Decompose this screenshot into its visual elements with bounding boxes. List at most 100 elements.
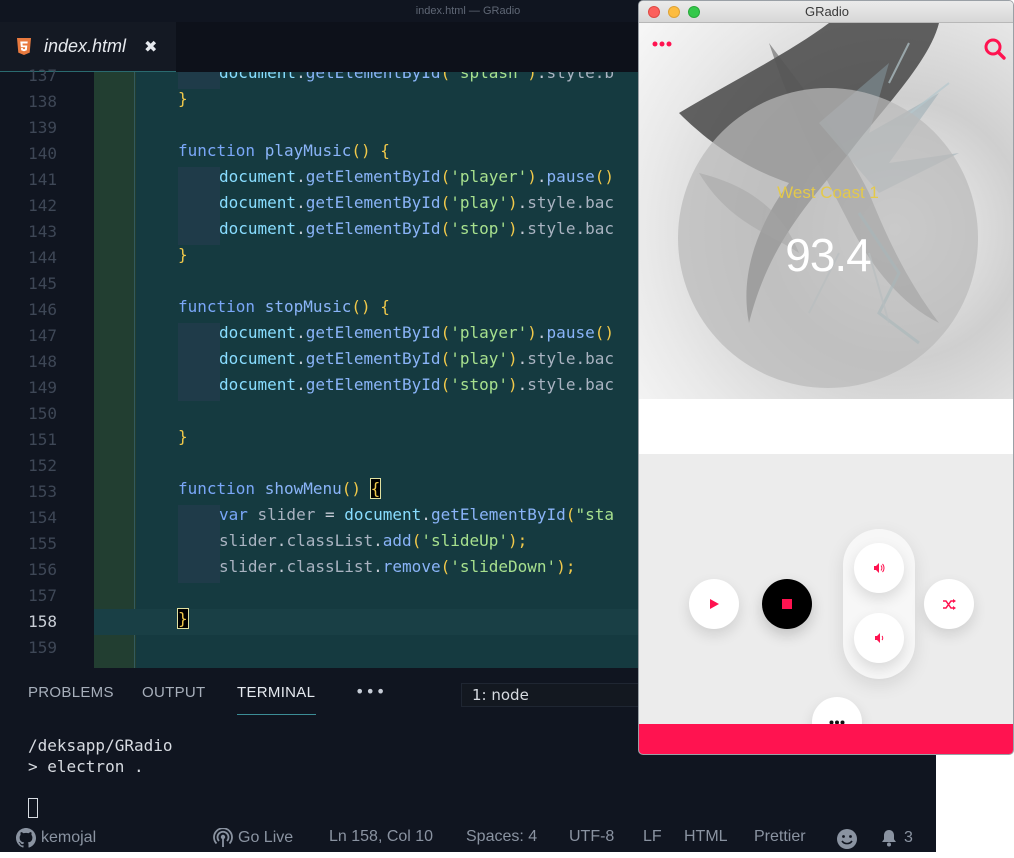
code-line: document.getElementById('player').pause(… [219, 167, 614, 193]
code-token: document [219, 72, 297, 82]
status-bar: kemojal Go Live Ln 158, Col 10 Spaces: 4… [0, 822, 936, 852]
code-token: slider [219, 531, 277, 550]
stop-button[interactable] [762, 579, 812, 629]
code-token: document [344, 505, 422, 524]
encoding-status[interactable]: UTF-8 [569, 828, 614, 846]
station-frequency: 93.4 [785, 229, 872, 281]
code-token: . [296, 72, 306, 82]
code-token: . [517, 219, 528, 238]
code-token: ( [440, 219, 451, 238]
code-line: document.getElementById('stop').style.ba… [219, 219, 614, 245]
terminal-output[interactable]: /deksapp/GRadio > electron . [28, 735, 173, 777]
shuffle-button[interactable] [924, 579, 974, 629]
github-icon [16, 828, 36, 848]
code-token: getElementById [305, 349, 441, 368]
feedback-button[interactable] [836, 828, 863, 850]
code-token: ( [411, 531, 422, 550]
close-window-button[interactable] [648, 6, 660, 18]
code-line: function showMenu() { [178, 478, 382, 505]
minimize-window-button[interactable] [668, 6, 680, 18]
code-token: () [594, 167, 614, 186]
code-editor[interactable]: document.getElementById('splash').style.… [94, 72, 640, 668]
code-token: function [178, 297, 265, 316]
code-token: { [369, 478, 382, 499]
tab-problems[interactable]: PROBLEMS [28, 684, 114, 701]
notifications-button[interactable]: 3 [879, 828, 913, 848]
code-token: getElementById [305, 323, 441, 342]
active-tab-indicator [237, 714, 316, 715]
terminal-line: /deksapp/GRadio [28, 736, 173, 755]
code-token: . [373, 557, 383, 576]
code-token: ) [508, 193, 518, 212]
desktop: index.html — GRadio index.html ✖ 137 138 1… [0, 0, 1014, 858]
code-token: getElementById [305, 193, 441, 212]
tab-terminal[interactable]: TERMINAL [237, 684, 315, 701]
play-button[interactable] [689, 579, 739, 629]
cursor-position[interactable]: Ln 158, Col 10 [329, 828, 433, 846]
zoom-window-button[interactable] [688, 6, 700, 18]
line-number: 159 [28, 638, 57, 657]
search-icon[interactable] [983, 37, 1007, 61]
code-token: .bac [575, 193, 614, 212]
line-number: 149 [28, 378, 57, 397]
prettier-status[interactable]: Prettier [754, 828, 806, 846]
code-line: slider.classList.remove('slideDown'); [219, 557, 575, 583]
code-token: . [421, 505, 431, 524]
code-token: getElementById [305, 72, 441, 82]
eol-status[interactable]: LF [643, 828, 662, 846]
language-mode[interactable]: HTML [684, 828, 728, 846]
volume-up-button[interactable] [854, 543, 904, 593]
code-token: style [527, 193, 576, 212]
line-number: 158 [28, 612, 57, 631]
code-token: playMusic [264, 141, 352, 160]
play-icon [710, 599, 719, 609]
code-token: style [527, 219, 576, 238]
line-number: 152 [28, 456, 57, 475]
code-token: ); [508, 531, 528, 550]
code-token: 'stop' [450, 375, 508, 394]
editor-tab-filename: index.html [44, 36, 127, 56]
shuffle-icon [942, 598, 956, 610]
code-token: style [527, 375, 576, 394]
more-actions-icon[interactable]: ••• [355, 682, 386, 701]
line-number: 151 [28, 430, 57, 449]
terminal-select[interactable]: 1: node [461, 683, 640, 707]
code-token: style [546, 72, 595, 82]
code-token: slider [257, 505, 325, 524]
volume-control [843, 529, 915, 679]
code-token: ( [440, 323, 451, 342]
code-token: . [296, 323, 306, 342]
code-token: ( [440, 193, 451, 212]
code-token: pause [546, 167, 595, 186]
status-user[interactable]: kemojal [16, 828, 96, 848]
code-token: document [219, 167, 297, 186]
line-number: 143 [28, 222, 57, 241]
code-token: .bac [575, 349, 614, 368]
code-token: 'play' [450, 193, 508, 212]
indent-guide-0 [94, 72, 136, 668]
code-token: 'slideUp' [421, 531, 509, 550]
code-line: } [178, 245, 188, 271]
indent-guide-2 [178, 193, 220, 219]
close-tab-icon[interactable]: ✖ [144, 37, 157, 56]
code-line: document.getElementById('play').style.ba… [219, 193, 614, 219]
indent-guide-2 [178, 557, 220, 583]
indent-guide-2 [178, 349, 220, 375]
tab-output[interactable]: OUTPUT [142, 684, 205, 701]
code-token: . [536, 167, 547, 186]
code-token: . [296, 193, 306, 212]
html5-icon [16, 38, 32, 56]
code-token: getElementById [430, 505, 566, 524]
code-token: } [177, 608, 189, 629]
code-token: . [536, 323, 547, 342]
menu-icon[interactable] [651, 39, 673, 49]
volume-down-button[interactable] [854, 613, 904, 663]
code-token: } [178, 89, 188, 108]
code-line: slider.classList.add('slideUp'); [219, 531, 527, 557]
indentation-status[interactable]: Spaces: 4 [466, 828, 537, 846]
indent-guide-2 [178, 72, 220, 89]
line-number: 138 [28, 92, 57, 111]
go-live-button[interactable]: Go Live [213, 828, 293, 848]
code-token: add [382, 531, 412, 550]
code-token: ) [527, 323, 537, 342]
